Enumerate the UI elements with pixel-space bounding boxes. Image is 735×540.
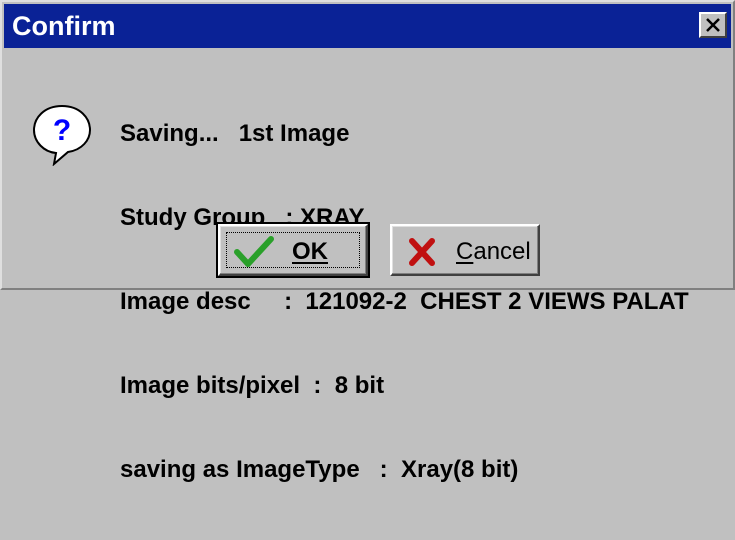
cancel-mnemonic: C [456,238,474,265]
cancel-label-rest: ancel [473,238,531,265]
close-icon [706,18,720,32]
title-bar[interactable]: Confirm [4,4,731,48]
cancel-button[interactable]: Cancel [390,224,540,276]
ok-button[interactable]: OK [216,222,370,278]
question-icon: ? [32,104,92,166]
message-line: Image desc : 121092-2 CHEST 2 VIEWS PALA… [120,288,689,315]
message-line: Image bits/pixel : 8 bit [120,372,385,399]
svg-text:?: ? [53,114,71,147]
message-line: Saving... 1st Image [120,120,350,147]
x-icon [409,238,435,266]
check-icon [234,236,274,267]
close-button[interactable] [699,12,727,38]
window-title: Confirm [12,11,116,41]
cancel-label: Cancel [456,238,531,266]
message-text: Saving... 1st Image Study Group : XRAY I… [120,64,689,540]
confirm-dialog: Confirm ? Saving... 1st Image Study Grou… [0,0,735,483]
message-line: saving as ImageType : Xray(8 bit) [120,456,519,483]
ok-label: OK [292,238,328,265]
